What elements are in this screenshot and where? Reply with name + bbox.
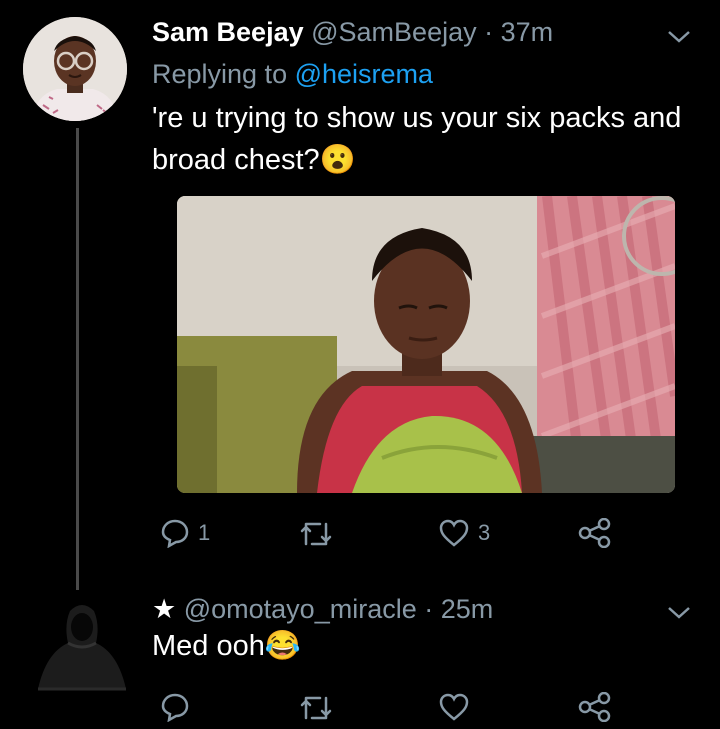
separator: · [484,17,494,47]
reply-icon [161,519,189,548]
retweet-button[interactable] [298,520,334,548]
like-icon [439,693,469,721]
retweet-icon [300,522,332,546]
replying-prefix: Replying to [152,59,288,89]
star-icon: ★ [152,594,177,624]
tweet-text-content: Med ooh [152,630,265,662]
share-button[interactable] [578,692,612,722]
reply-count: 1 [198,520,211,545]
retweet-icon [300,696,332,720]
tweet-text: 're u trying to show us your six packs a… [152,97,707,181]
tweet-header: ★ @omotayo_miracle · 25m [152,592,493,626]
display-name[interactable]: Sam Beejay [152,17,304,47]
reply-button[interactable]: 1 [160,518,210,548]
like-button[interactable]: 3 [438,518,490,548]
avatar[interactable] [30,597,134,701]
share-icon [578,692,611,722]
like-button[interactable] [438,692,470,722]
replying-to: Replying to @heisrema [152,57,433,91]
chevron-down-icon[interactable] [666,27,692,47]
retweet-button[interactable] [298,694,334,722]
thread-line [76,128,79,590]
handle[interactable]: @omotayo_miracle [184,594,417,624]
timestamp[interactable]: 25m [441,594,494,624]
avatar[interactable] [23,17,127,121]
share-button[interactable] [578,518,612,548]
separator: · [424,594,434,624]
replying-to-handle[interactable]: @heisrema [295,59,433,89]
like-count: 3 [478,520,491,545]
reply-icon [161,693,189,722]
tweet[interactable]: Sam Beejay @SamBeejay · 37m Replying to … [0,0,720,590]
laughing-tears-emoji: 😂 [264,630,301,662]
chevron-down-icon[interactable] [666,603,692,623]
share-icon [578,518,611,548]
like-icon [439,519,469,547]
hushed-face-emoji: 😮 [319,144,356,176]
timestamp[interactable]: 37m [501,17,554,47]
handle[interactable]: @SamBeejay [311,17,476,47]
tweet-header: Sam Beejay @SamBeejay · 37m [152,15,553,49]
tweet-image[interactable] [177,196,675,493]
tweet-text: Med ooh😂 [152,625,301,667]
reply-button[interactable] [160,692,190,722]
tweet-text-content: 're u trying to show us your six packs a… [152,102,682,176]
